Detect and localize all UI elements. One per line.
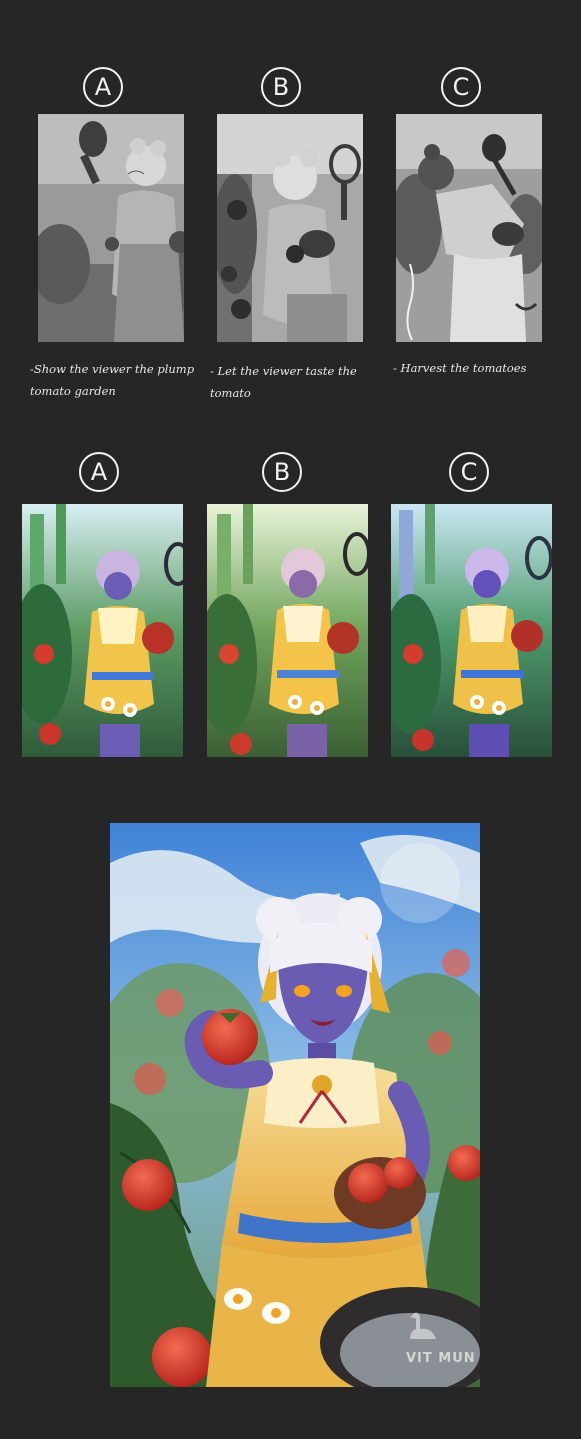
- color-rough-c-image: [391, 504, 552, 757]
- color-a-letter: A: [90, 458, 108, 486]
- color-c-label: C: [449, 452, 489, 492]
- option-a-label: A: [83, 67, 123, 107]
- option-b-letter: B: [272, 73, 290, 101]
- sketch-b-image: [217, 114, 363, 342]
- final-artwork-image: VIT MUN: [110, 823, 480, 1387]
- goose-logo-icon: [410, 1312, 436, 1339]
- color-rough-a-image: [22, 504, 183, 757]
- sketch-c-image: [396, 114, 542, 342]
- sketch-a-image: [38, 114, 184, 342]
- option-c-letter: C: [452, 73, 470, 101]
- option-c-label: C: [441, 67, 481, 107]
- artist-watermark: VIT MUN: [406, 1351, 476, 1366]
- sketch-c-note: - Harvest the tomatoes: [393, 361, 527, 375]
- option-b-label: B: [261, 67, 301, 107]
- sketch-a-note: -Show the viewer the plump tomato garden: [30, 362, 195, 398]
- color-c-letter: C: [460, 458, 478, 486]
- color-rough-b-image: [207, 504, 368, 757]
- color-b-label: B: [262, 452, 302, 492]
- sketch-b-note: - Let the viewer taste the tomato: [210, 364, 357, 400]
- color-b-letter: B: [273, 458, 291, 486]
- option-a-letter: A: [94, 73, 112, 101]
- color-a-label: A: [79, 452, 119, 492]
